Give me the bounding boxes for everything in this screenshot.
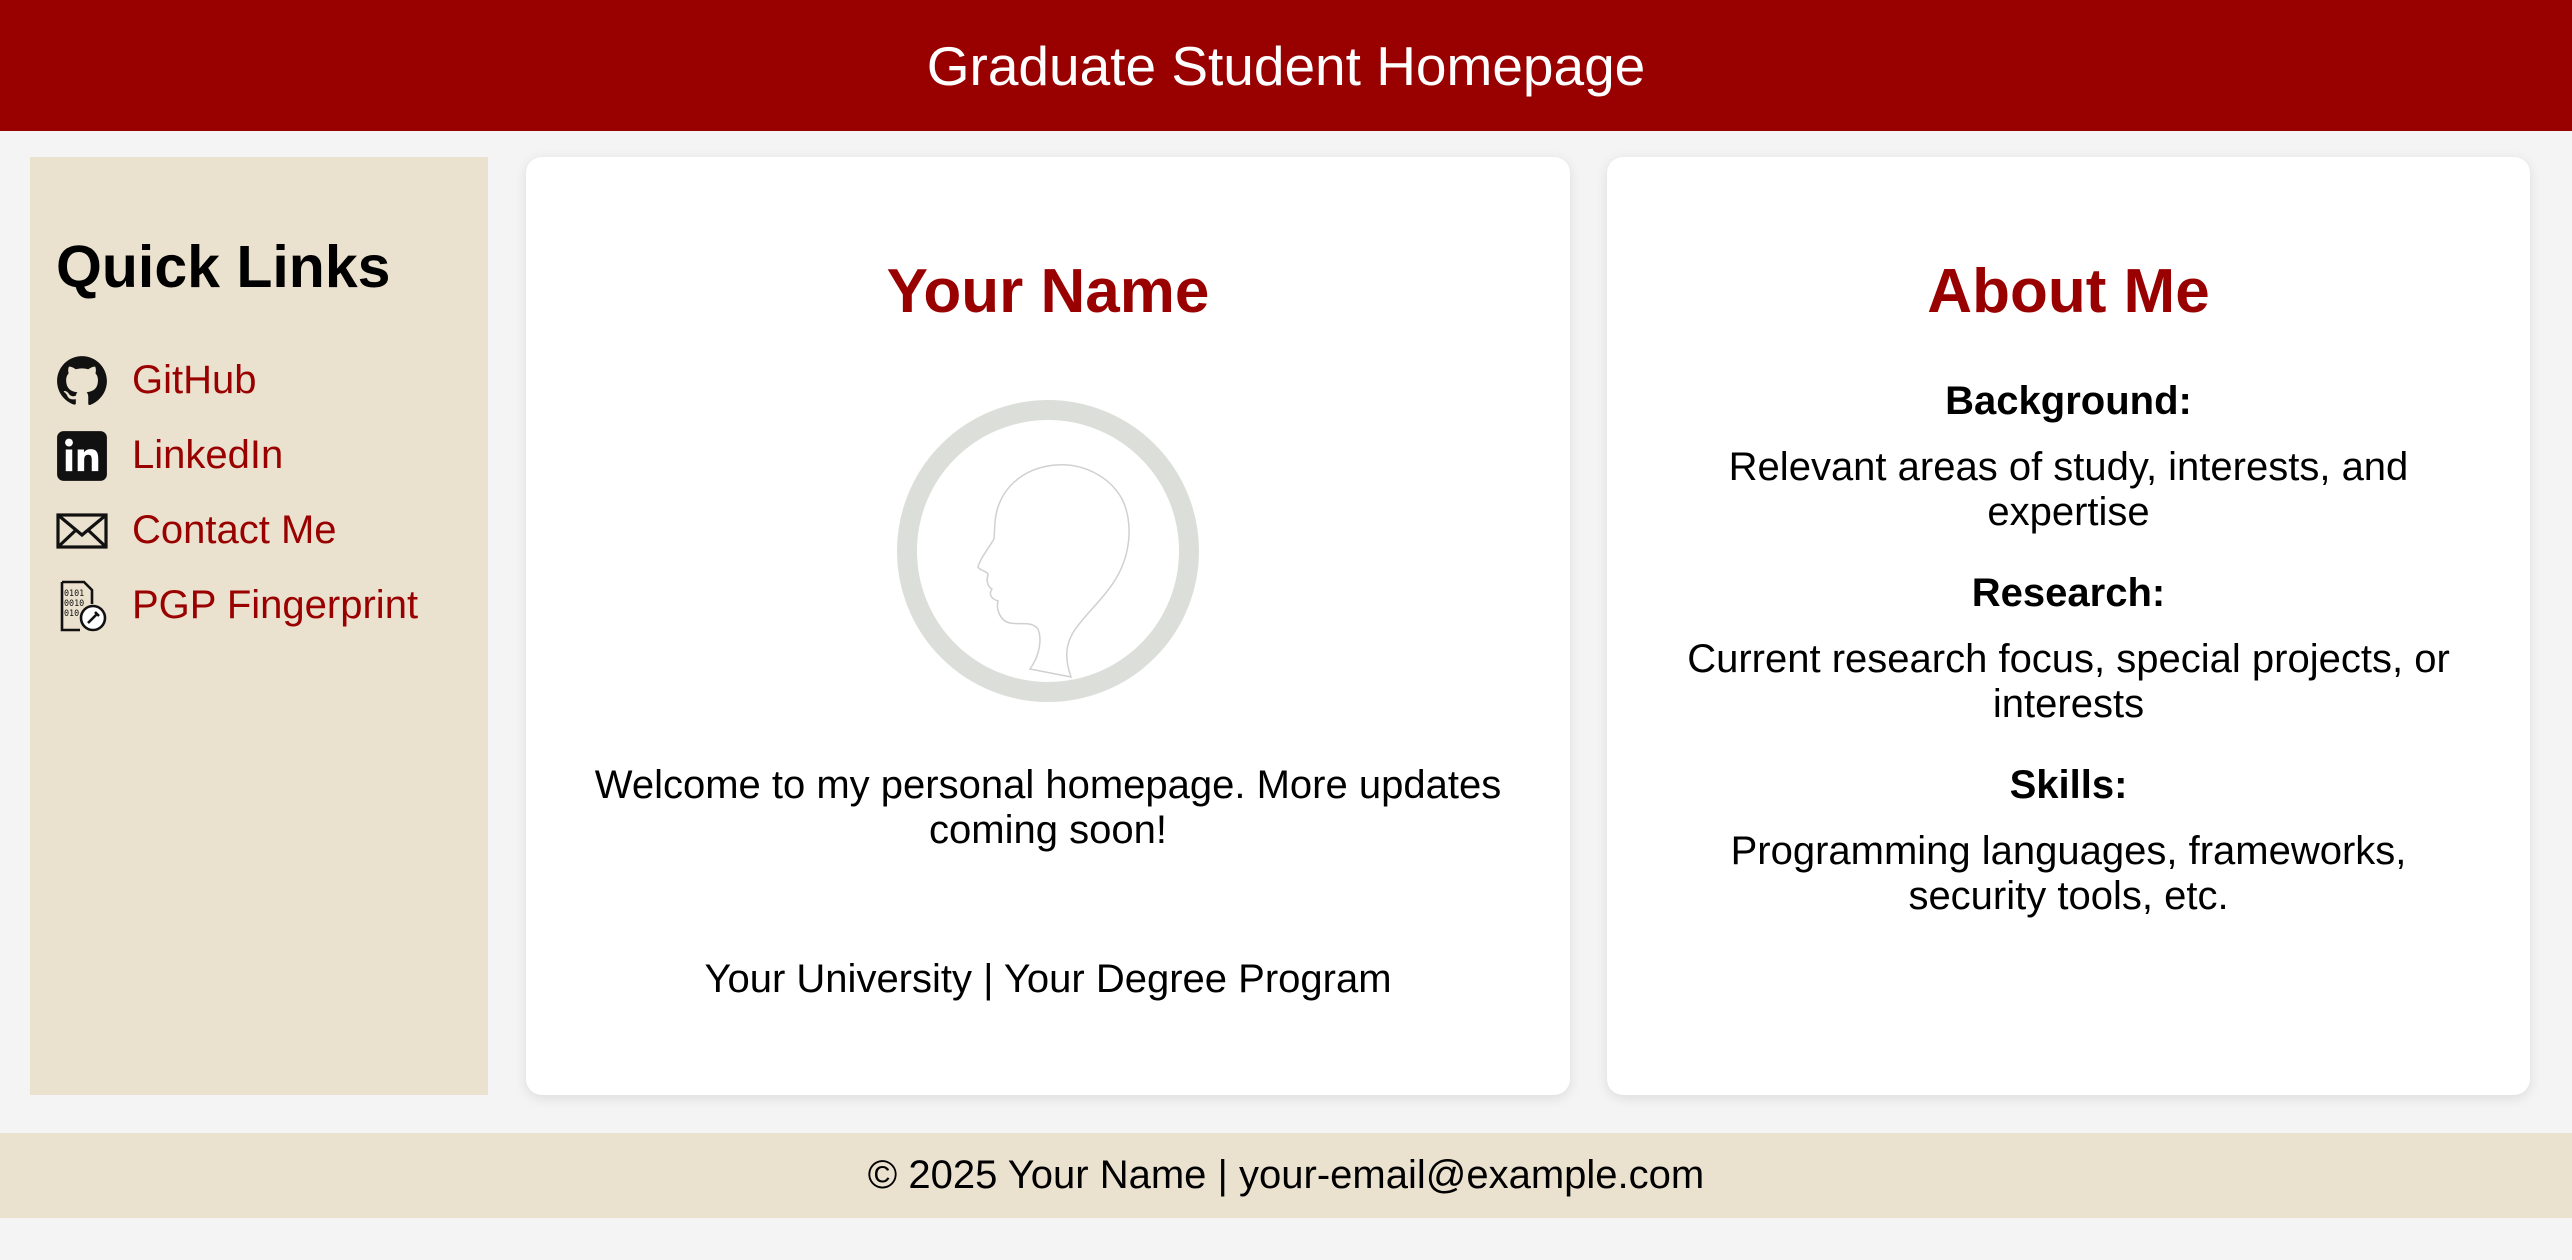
sidebar-link-contact[interactable]: Contact Me — [56, 493, 462, 568]
footer-text: © 2025 Your Name | your-email@example.co… — [867, 1153, 1705, 1197]
pgp-link[interactable]: PGP Fingerprint — [132, 583, 418, 628]
about-section-text-skills: Programming languages, frameworks, secur… — [1730, 829, 2407, 918]
affiliation-text: Your University | Your Degree Program — [704, 957, 1392, 1001]
github-link[interactable]: GitHub — [132, 358, 257, 403]
profile-silhouette-icon — [896, 399, 1200, 703]
site-title: Graduate Student Homepage — [926, 34, 1646, 97]
svg-text:0010: 0010 — [64, 598, 84, 608]
github-icon — [56, 355, 108, 407]
sidebar-link-pgp[interactable]: 0101 0010 010 PGP Fingerprint — [56, 568, 462, 643]
pgp-key-icon: 0101 0010 010 — [56, 580, 108, 632]
about-heading: About Me — [1927, 257, 2210, 326]
linkedin-link[interactable]: LinkedIn — [132, 433, 283, 478]
site-footer: © 2025 Your Name | your-email@example.co… — [0, 1133, 2572, 1218]
contact-link[interactable]: Contact Me — [132, 508, 337, 553]
about-section-text-background: Relevant areas of study, interests, and … — [1728, 445, 2409, 534]
svg-text:0101: 0101 — [64, 588, 84, 598]
profile-card: Your Name Welcome to my personal homepag… — [526, 157, 1570, 1095]
quick-links-sidebar: Quick Links GitHub LinkedIn Contact Me 0… — [30, 157, 488, 1095]
sidebar-link-github[interactable]: GitHub — [56, 343, 462, 418]
envelope-icon — [56, 505, 108, 557]
welcome-text: Welcome to my personal homepage. More up… — [594, 763, 1502, 852]
linkedin-icon — [56, 430, 108, 482]
about-section-title-background: Background: — [1945, 379, 2192, 423]
profile-name: Your Name — [886, 257, 1210, 326]
about-card: About Me Background: Relevant areas of s… — [1607, 157, 2530, 1095]
site-header: Graduate Student Homepage — [0, 0, 2572, 131]
about-section-text-research: Current research focus, special projects… — [1687, 637, 2450, 726]
sidebar-link-linkedin[interactable]: LinkedIn — [56, 418, 462, 493]
sidebar-heading: Quick Links — [56, 234, 391, 300]
svg-text:010: 010 — [64, 608, 79, 618]
about-section-title-skills: Skills: — [2009, 763, 2128, 807]
about-body: Background: Relevant areas of study, int… — [1667, 373, 2470, 949]
about-section-title-research: Research: — [1971, 571, 2166, 615]
